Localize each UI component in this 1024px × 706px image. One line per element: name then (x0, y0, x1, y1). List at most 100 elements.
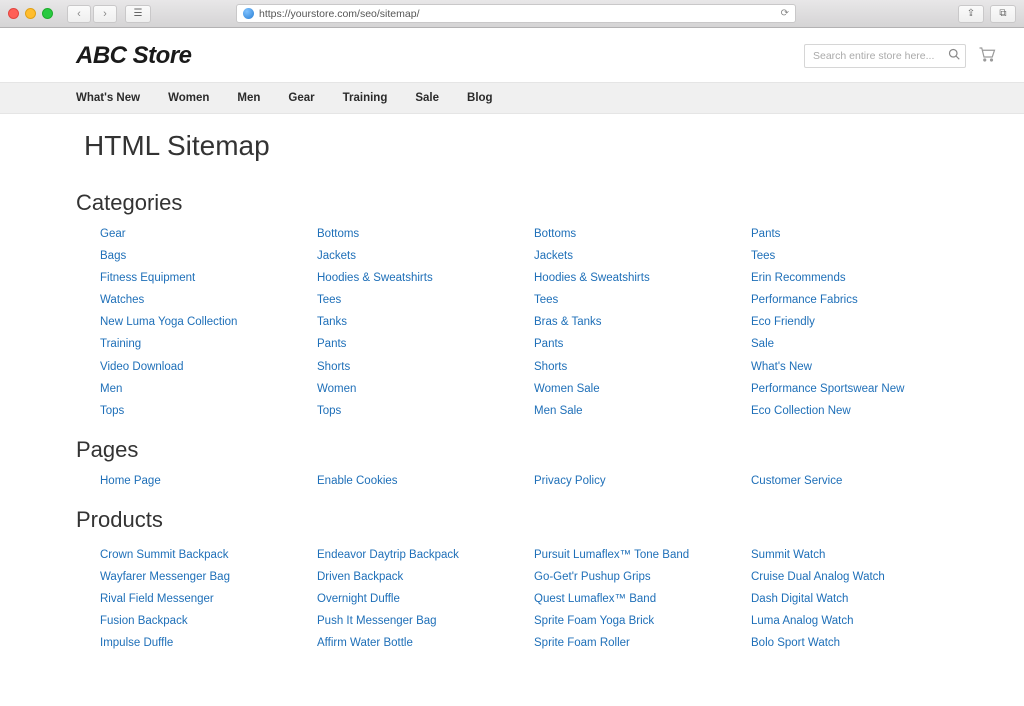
url-bar[interactable]: https://yourstore.com/seo/sitemap/ ⟳ (236, 4, 796, 23)
category-link[interactable]: Gear (100, 226, 297, 242)
category-link[interactable]: Jackets (534, 248, 731, 264)
page-column: Enable Cookies (317, 473, 514, 489)
category-link[interactable]: Tees (751, 248, 948, 264)
share-icon: ⇪ (967, 8, 975, 19)
category-link[interactable]: Eco Friendly (751, 314, 948, 330)
browser-chrome: ‹ › ☰ https://yourstore.com/seo/sitemap/… (0, 0, 1024, 28)
product-link[interactable]: Pursuit Lumaflex™ Tone Band (534, 547, 731, 563)
window-controls (8, 8, 53, 19)
category-link[interactable]: Bottoms (534, 226, 731, 242)
category-link[interactable]: Performance Fabrics (751, 292, 948, 308)
product-link[interactable]: Driven Backpack (317, 569, 514, 585)
category-link[interactable]: Bags (100, 248, 297, 264)
category-link[interactable]: Sale (751, 336, 948, 352)
product-column: Pursuit Lumaflex™ Tone Band Go-Get'r Push… (534, 547, 731, 651)
product-link[interactable]: Quest Lumaflex™ Band (534, 591, 731, 607)
category-link[interactable]: Tees (534, 292, 731, 308)
product-link[interactable]: Push It Messenger Bag (317, 613, 514, 629)
nav-item[interactable]: Blog (467, 83, 493, 113)
page-link[interactable]: Home Page (100, 473, 297, 489)
minimize-window-icon[interactable] (25, 8, 36, 19)
product-link[interactable]: Fusion Backpack (100, 613, 297, 629)
product-link[interactable]: Go-Get'r Pushup Grips (534, 569, 731, 585)
category-link[interactable]: Jackets (317, 248, 514, 264)
category-link[interactable]: What's New (751, 359, 948, 375)
product-link[interactable]: Cruise Dual Analog Watch (751, 569, 948, 585)
category-link[interactable]: Men (100, 381, 297, 397)
page-column: Privacy Policy (534, 473, 731, 489)
product-link[interactable]: Sprite Foam Yoga Brick (534, 613, 731, 629)
product-link[interactable]: Affirm Water Bottle (317, 635, 514, 651)
category-link[interactable]: Women Sale (534, 381, 731, 397)
nav-item[interactable]: Women (168, 83, 209, 113)
nav-item[interactable]: Training (343, 83, 388, 113)
page-column: Home Page (100, 473, 297, 489)
category-link[interactable]: Eco Collection New (751, 403, 948, 419)
category-link[interactable]: Training (100, 336, 297, 352)
cart-icon[interactable] (978, 46, 996, 67)
forward-button[interactable]: › (93, 5, 117, 23)
product-link[interactable]: Impulse Duffle (100, 635, 297, 651)
search-icon[interactable] (948, 48, 960, 63)
nav-item[interactable]: Sale (415, 83, 439, 113)
nav-item[interactable]: What's New (76, 83, 140, 113)
tabs-icon: ⧉ (999, 8, 1006, 19)
category-link[interactable]: Bras & Tanks (534, 314, 731, 330)
category-link[interactable]: Pants (751, 226, 948, 242)
product-link[interactable]: Overnight Duffle (317, 591, 514, 607)
refresh-icon[interactable]: ⟳ (781, 8, 789, 19)
category-link[interactable]: Fitness Equipment (100, 270, 297, 286)
product-link[interactable]: Endeavor Daytrip Backpack (317, 547, 514, 563)
category-link[interactable]: Shorts (317, 359, 514, 375)
page-link[interactable]: Enable Cookies (317, 473, 514, 489)
product-link[interactable]: Luma Analog Watch (751, 613, 948, 629)
category-link[interactable]: Video Download (100, 359, 297, 375)
chrome-right-controls: ⇪ ⧉ (958, 5, 1016, 23)
product-column: Endeavor Daytrip Backpack Driven Backpack… (317, 547, 514, 651)
category-link[interactable]: Tops (317, 403, 514, 419)
main-content: HTML Sitemap Categories GearBagsFitness … (0, 114, 1024, 651)
category-link[interactable]: Hoodies & Sweatshirts (317, 270, 514, 286)
category-column: Bottoms Jackets Hoodies & Sweatshirts Tees T… (317, 226, 514, 419)
category-link[interactable]: Pants (317, 336, 514, 352)
close-window-icon[interactable] (8, 8, 19, 19)
product-link[interactable]: Wayfarer Messenger Bag (100, 569, 297, 585)
category-link[interactable]: Tees (317, 292, 514, 308)
category-link[interactable]: Erin Recommends (751, 270, 948, 286)
page-link[interactable]: Privacy Policy (534, 473, 731, 489)
product-link[interactable]: Dash Digital Watch (751, 591, 948, 607)
category-link[interactable]: Women (317, 381, 514, 397)
category-link[interactable]: Tops (100, 403, 297, 419)
page-title: HTML Sitemap (76, 130, 948, 162)
zoom-window-icon[interactable] (42, 8, 53, 19)
tabs-button[interactable]: ⧉ (990, 5, 1016, 23)
category-link[interactable]: Pants (534, 336, 731, 352)
nav-item[interactable]: Gear (288, 83, 314, 113)
category-link[interactable]: Hoodies & Sweatshirts (534, 270, 731, 286)
category-link[interactable]: Performance Sportswear New (751, 381, 948, 397)
product-link[interactable]: Bolo Sport Watch (751, 635, 948, 651)
category-link[interactable]: New Luma Yoga Collection (100, 314, 297, 330)
product-link[interactable]: Summit Watch (751, 547, 948, 563)
share-button[interactable]: ⇪ (958, 5, 984, 23)
category-column: Gear Bags Fitness Equipment Watches New Luma… (100, 226, 297, 419)
nav-buttons: ‹ › (67, 5, 117, 23)
product-link[interactable]: Rival Field Messenger (100, 591, 297, 607)
category-link[interactable]: Bottoms (317, 226, 514, 242)
store-logo[interactable]: ABC Store (76, 42, 192, 70)
page-header: ABC Store (0, 28, 1024, 82)
search-input[interactable] (804, 44, 966, 68)
product-link[interactable]: Sprite Foam Roller (534, 635, 731, 651)
section-title-products: Products (76, 507, 948, 533)
back-button[interactable]: ‹ (67, 5, 91, 23)
products-grid: Crown Summit Backpack Wayfarer Messenger … (76, 543, 948, 651)
category-link[interactable]: Watches (100, 292, 297, 308)
category-link[interactable]: Tanks (317, 314, 514, 330)
page-link[interactable]: Customer Service (751, 473, 948, 489)
category-link[interactable]: Men Sale (534, 403, 731, 419)
sidebar-toggle-button[interactable]: ☰ (125, 5, 151, 23)
category-link[interactable]: Shorts (534, 359, 731, 375)
product-link[interactable]: Crown Summit Backpack (100, 547, 297, 563)
url-text: https://yourstore.com/seo/sitemap/ (259, 8, 419, 20)
nav-item[interactable]: Men (237, 83, 260, 113)
